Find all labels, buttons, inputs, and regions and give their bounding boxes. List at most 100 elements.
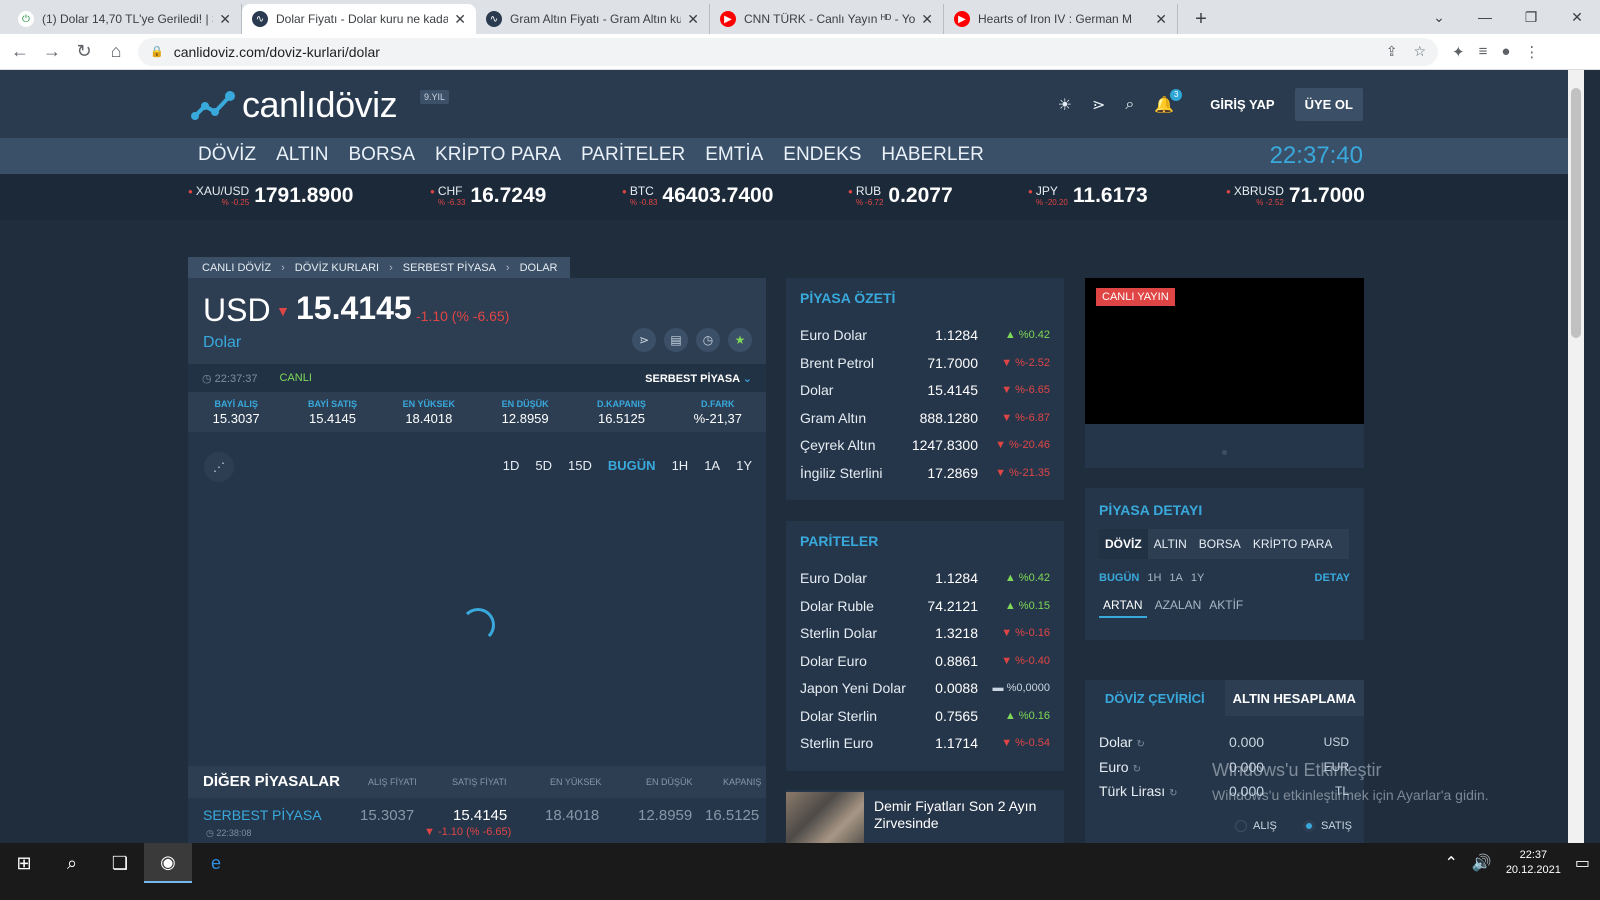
profile-avatar[interactable]: ● (1501, 43, 1510, 60)
detail-link[interactable]: DETAY (1315, 572, 1350, 584)
tab-gold-calculator[interactable]: ALTIN HESAPLAMA (1224, 680, 1364, 716)
nav-item[interactable]: DÖVİZ (198, 144, 256, 166)
tray-chevron-icon[interactable]: ⌃ (1444, 853, 1457, 873)
detail-period[interactable]: 1A (1169, 572, 1182, 584)
period-tab[interactable]: 1D (503, 458, 520, 473)
detail-sort[interactable]: AZALAN (1155, 598, 1202, 618)
new-tab-button[interactable]: + (1186, 4, 1216, 34)
notification-bell-icon[interactable]: 🔔 3 (1154, 88, 1183, 115)
refresh-icon[interactable]: ↻ (1133, 764, 1141, 775)
list-item[interactable]: Dolar Sterlin 0.7565 ▲ %0.16 (786, 703, 1064, 730)
detail-tab[interactable]: DÖVİZ (1099, 529, 1148, 559)
table-row[interactable]: SERBEST PİYASA ◷ 22:38:08 15.3037 15.414… (188, 798, 766, 843)
tab-close-icon[interactable]: ✕ (219, 11, 231, 28)
news-item[interactable]: Demir Fiyatları Son 2 Ayın Zirvesinde (786, 790, 1064, 843)
list-item[interactable]: Japon Yeni Dolar 0.0088 ▬ %0,0000 (786, 675, 1064, 702)
nav-item[interactable]: HABERLER (881, 144, 983, 166)
breadcrumb-item[interactable]: SERBEST PİYASA (403, 262, 496, 274)
media-icon[interactable]: ≡ (1479, 43, 1488, 60)
list-item[interactable]: İngiliz Sterlini 17.2869 ▼ %-21.35 (786, 460, 1064, 487)
chart-tool-icon[interactable]: ⋰ (204, 452, 234, 482)
list-item[interactable]: Euro Dolar 1.1284 ▲ %0.42 (786, 322, 1064, 349)
start-icon[interactable]: ⊞ (0, 843, 48, 883)
reload-icon[interactable]: ↻ (68, 36, 100, 68)
forward-icon[interactable]: → (36, 36, 68, 68)
ticker-item[interactable]: ● CHF% -6.33 16.7249 (430, 184, 546, 208)
refresh-icon[interactable]: ↻ (1169, 788, 1177, 799)
list-item[interactable]: Euro Dolar 1.1284 ▲ %0.42 (786, 565, 1064, 592)
converter-amount-input[interactable]: 0.000 (1229, 734, 1264, 750)
period-tab[interactable]: 5D (535, 458, 552, 473)
site-logo[interactable]: canlıdöviz 9.YIL (190, 84, 450, 126)
list-item[interactable]: Sterlin Dolar 1.3218 ▼ %-0.16 (786, 620, 1064, 647)
browser-tab[interactable]: ∿ Dolar Fiyatı - Dolar kuru ne kadar ✕ (242, 4, 476, 34)
period-tab[interactable]: BUGÜN (608, 458, 656, 473)
list-item[interactable]: Çeyrek Altın 1247.8300 ▼ %-20.46 (786, 432, 1064, 459)
browser-tab[interactable]: ▶ CNN TÜRK - Canlı Yayın ᴴᴰ - YouT ✕ (710, 4, 944, 34)
period-tab[interactable]: 1A (704, 458, 720, 473)
edge-icon[interactable]: e (192, 843, 240, 883)
list-item[interactable]: Dolar 15.4145 ▼ %-6.65 (786, 377, 1064, 404)
ticker-item[interactable]: ● JPY% -20.20 11.6173 (1028, 184, 1148, 208)
taskbar-clock[interactable]: 22:37 20.12.2021 (1506, 848, 1561, 878)
breadcrumb-item[interactable]: DOLAR (520, 262, 558, 274)
detail-tab[interactable]: ALTIN (1148, 529, 1193, 559)
tab-close-icon[interactable]: ✕ (921, 11, 933, 28)
market-name[interactable]: SERBEST PİYASA (203, 807, 322, 823)
nav-item[interactable]: ENDEKS (783, 144, 861, 166)
browser-tab[interactable]: ∿ Gram Altın Fiyatı - Gram Altın kur ✕ (476, 4, 710, 34)
tab-close-icon[interactable]: ✕ (1155, 11, 1167, 28)
refresh-icon[interactable]: ↻ (1136, 739, 1144, 750)
task-view-icon[interactable]: ❏ (96, 843, 144, 883)
home-icon[interactable]: ⌂ (100, 36, 132, 68)
calculator-icon[interactable]: ▤ (664, 328, 688, 352)
search-icon[interactable]: ⌕ (48, 843, 96, 883)
carousel-dot[interactable] (1222, 450, 1227, 455)
nav-item[interactable]: ALTIN (276, 144, 328, 166)
list-item[interactable]: Gram Altın 888.1280 ▼ %-6.87 (786, 405, 1064, 432)
list-item[interactable]: Dolar Euro 0.8861 ▼ %-0.40 (786, 648, 1064, 675)
chrome-icon[interactable]: ◉ (144, 843, 192, 883)
share-icon[interactable]: ⋗ (632, 328, 656, 352)
list-item[interactable]: Dolar Ruble 74.2121 ▲ %0.15 (786, 593, 1064, 620)
radio-sell[interactable]: SATIŞ (1303, 820, 1352, 832)
list-item[interactable]: Sterlin Euro 1.1714 ▼ %-0.54 (786, 730, 1064, 757)
radio-buy[interactable]: ALIŞ (1235, 820, 1277, 832)
nav-item[interactable]: BORSA (349, 144, 416, 166)
extensions-icon[interactable]: ✦ (1452, 43, 1465, 61)
market-select[interactable]: SERBEST PİYASA ⌄ (645, 372, 752, 385)
page-scrollbar[interactable] (1568, 70, 1584, 843)
breadcrumb-item[interactable]: DÖVİZ KURLARI (295, 262, 379, 274)
ticker-item[interactable]: ● BTC% -0.83 46403.7400 (622, 184, 773, 208)
alarm-icon[interactable]: ◷ (696, 328, 720, 352)
tab-search-icon[interactable]: ⌄ (1416, 0, 1462, 34)
menu-icon[interactable]: ⋮ (1524, 43, 1539, 61)
restore-icon[interactable]: ❐ (1508, 0, 1554, 34)
ticker-item[interactable]: ● XAU/USD% -0.25 1791.8900 (188, 184, 353, 208)
notifications-icon[interactable]: ▭ (1575, 853, 1590, 873)
volume-icon[interactable]: 🔊 (1472, 853, 1492, 873)
period-tab[interactable]: 1H (672, 458, 689, 473)
detail-sort[interactable]: AKTİF (1209, 598, 1243, 618)
tab-close-icon[interactable]: ✕ (687, 11, 699, 28)
period-tab[interactable]: 1Y (736, 458, 752, 473)
signup-button[interactable]: ÜYE OL (1294, 88, 1363, 121)
breadcrumb-item[interactable]: CANLI DÖVİZ (202, 262, 271, 274)
live-stream-box[interactable]: CANLI YAYIN (1085, 278, 1364, 468)
share-icon[interactable]: ⇪ (1386, 43, 1398, 60)
nav-item[interactable]: EMTİA (705, 144, 763, 166)
detail-sort[interactable]: ARTAN (1099, 598, 1147, 618)
login-button[interactable]: GİRİŞ YAP (1210, 97, 1274, 112)
tab-currency-converter[interactable]: DÖVİZ ÇEVİRİCİ (1085, 680, 1225, 716)
tab-close-icon[interactable]: ✕ (454, 11, 466, 28)
theme-toggle-icon[interactable]: ☀ (1058, 95, 1072, 115)
list-item[interactable]: Brent Petrol 71.7000 ▼ %-2.52 (786, 350, 1064, 377)
nav-item[interactable]: PARİTELER (581, 144, 685, 166)
detail-period[interactable]: BUGÜN (1099, 572, 1139, 584)
bookmark-star-icon[interactable]: ☆ (1413, 43, 1426, 60)
favorite-star-icon[interactable]: ★ (728, 328, 752, 352)
ticker-item[interactable]: ● XBRUSD% -2.52 71.7000 (1226, 184, 1365, 208)
ticker-item[interactable]: ● RUB% -6.72 0.2077 (848, 184, 953, 208)
search-icon[interactable]: ⌕ (1125, 96, 1134, 114)
detail-tab[interactable]: KRİPTO PARA (1247, 529, 1339, 559)
